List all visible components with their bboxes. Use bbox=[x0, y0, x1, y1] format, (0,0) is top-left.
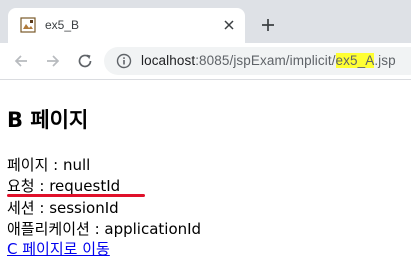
go-to-c-page-link[interactable]: C 페이지로 이동 bbox=[7, 240, 110, 258]
image-doc-icon bbox=[20, 17, 36, 33]
url-extension: .jsp bbox=[374, 53, 396, 68]
back-arrow-icon[interactable] bbox=[11, 51, 31, 71]
link-line: C 페이지로 이동 bbox=[7, 238, 110, 259]
page-scope-line: 페이지 : null bbox=[7, 156, 91, 174]
browser-tab[interactable]: ex5_B bbox=[8, 8, 245, 43]
red-underline-annotation bbox=[7, 194, 145, 197]
session-scope-line: 세션 : sessionId bbox=[7, 199, 119, 217]
browser-toolbar: localhost:8085/jspExam/implicit/ex5_A.js… bbox=[0, 43, 411, 79]
request-scope-line: 요청 : requestId bbox=[7, 177, 121, 195]
url-highlighted-segment: ex5_A bbox=[335, 53, 375, 68]
forward-arrow-icon[interactable] bbox=[43, 51, 63, 71]
browser-tab-strip: ex5_B bbox=[0, 0, 411, 43]
page-title: B 페이지 bbox=[7, 108, 89, 132]
url-path: :8085/jspExam/implicit/ bbox=[195, 53, 336, 68]
info-icon[interactable] bbox=[116, 53, 132, 69]
tab-close-icon[interactable] bbox=[220, 16, 238, 34]
address-bar[interactable]: localhost:8085/jspExam/implicit/ex5_A.js… bbox=[104, 47, 411, 75]
url-host: localhost bbox=[141, 53, 196, 68]
plus-icon[interactable] bbox=[258, 15, 278, 35]
tab-title: ex5_B bbox=[45, 18, 80, 32]
application-scope-line: 애플리케이션 : applicationId bbox=[7, 220, 202, 238]
reload-icon[interactable] bbox=[75, 51, 95, 71]
url-text[interactable]: localhost:8085/jspExam/implicit/ex5_A.js… bbox=[141, 53, 396, 68]
toolbar-divider bbox=[0, 79, 411, 80]
